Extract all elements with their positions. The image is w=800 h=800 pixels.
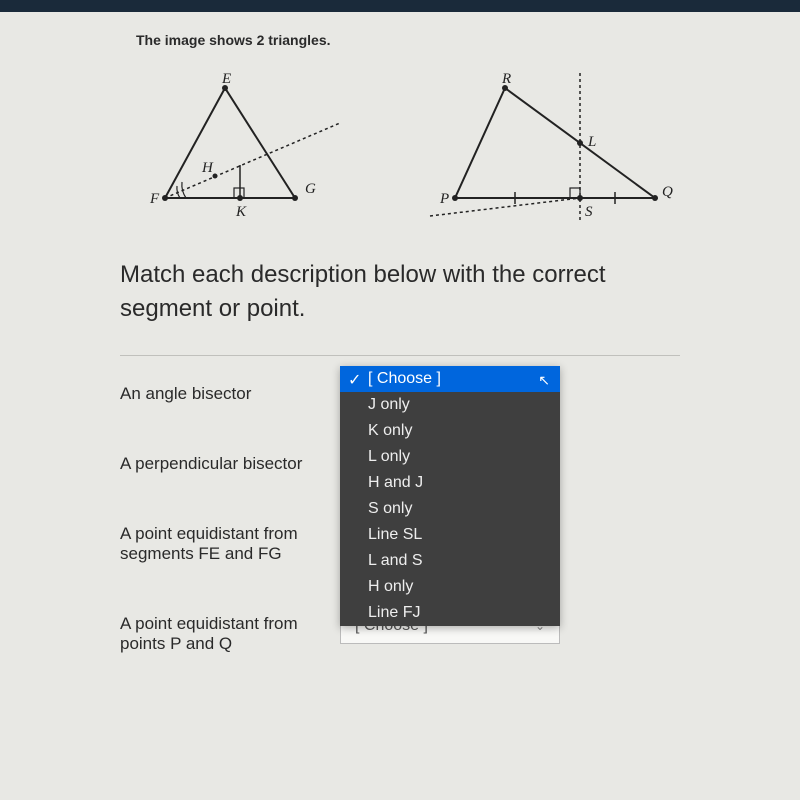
triangle-rpq-diagram: R P Q L S (410, 68, 690, 228)
intro-text: The image shows 2 triangles. (0, 12, 800, 58)
match-row-angle-bisector: An angle bisector [ Choose ] ↖ J only K … (0, 356, 800, 426)
label-Q: Q (662, 184, 673, 200)
dropdown-angle-bisector[interactable]: [ Choose ] ↖ J only K only L only H and … (340, 366, 560, 626)
label-K: K (235, 204, 247, 220)
label-R: R (501, 71, 511, 87)
dropdown-option-j-only[interactable]: J only (340, 392, 560, 418)
cursor-icon: ↖ (538, 372, 550, 389)
page-content: The image shows 2 triangles. E F G H K (0, 12, 800, 800)
label-P: P (439, 191, 449, 207)
label-H: H (201, 160, 214, 176)
label-equidistant-p-q: A point equidistant from points P and Q (120, 608, 340, 654)
label-F: F (149, 191, 160, 207)
label-G: G (305, 181, 316, 197)
dropdown-option-s-only[interactable]: S only (340, 496, 560, 522)
label-E: E (221, 71, 231, 87)
instruction-text: Match each description below with the co… (0, 238, 800, 355)
triangle-efg-diagram: E F G H K (110, 68, 390, 228)
label-angle-bisector: An angle bisector (120, 378, 340, 404)
dropdown-option-l-and-s[interactable]: L and S (340, 548, 560, 574)
geometry-diagrams: E F G H K R P Q L S (0, 58, 800, 238)
dropdown-option-choose[interactable]: [ Choose ] ↖ (340, 366, 560, 392)
label-equidistant-fe-fg: A point equidistant from segments FE and… (120, 518, 340, 564)
dropdown-option-h-only[interactable]: H only (340, 574, 560, 600)
dropdown-option-l-only[interactable]: L only (340, 444, 560, 470)
label-perpendicular-bisector: A perpendicular bisector (120, 448, 340, 474)
screen-top-bezel (0, 0, 800, 12)
label-L: L (587, 134, 596, 150)
dropdown-option-line-fj[interactable]: Line FJ (340, 600, 560, 626)
dropdown-option-line-sl[interactable]: Line SL (340, 522, 560, 548)
dropdown-option-h-and-j[interactable]: H and J (340, 470, 560, 496)
dropdown-option-k-only[interactable]: K only (340, 418, 560, 444)
label-S: S (585, 204, 593, 220)
